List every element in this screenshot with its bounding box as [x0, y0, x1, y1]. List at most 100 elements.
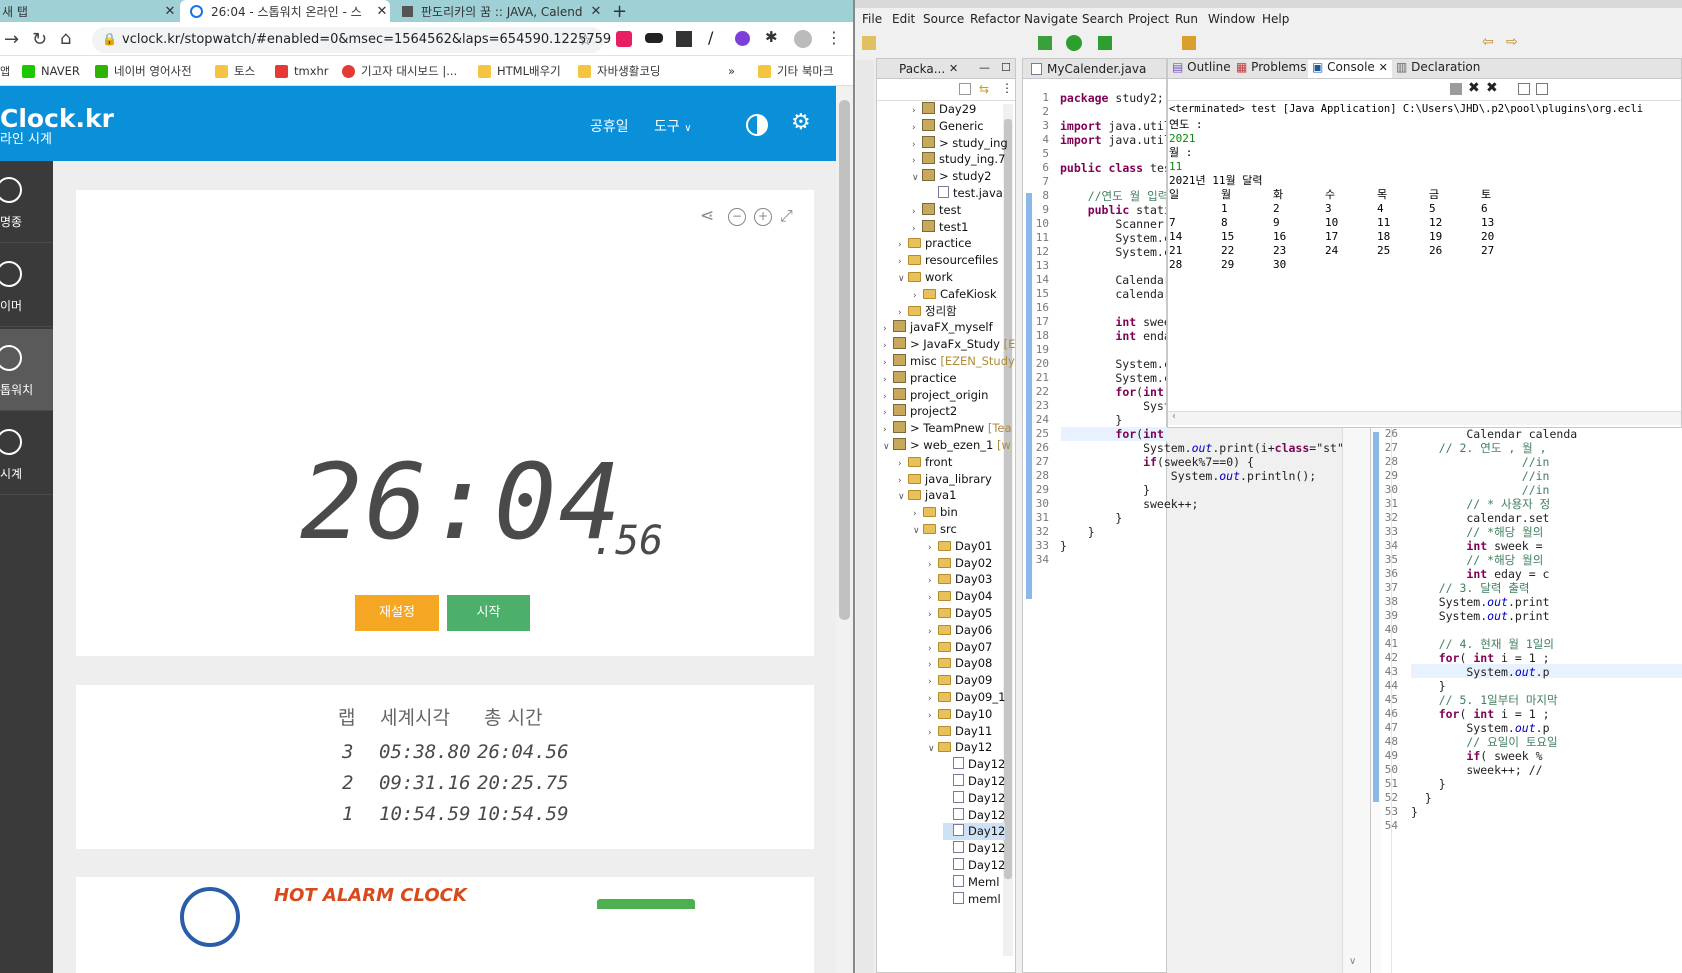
- zoom-out-icon[interactable]: −: [728, 208, 746, 226]
- new-icon[interactable]: [862, 36, 876, 50]
- home-icon[interactable]: ⌂: [60, 28, 71, 49]
- remove-all-icon[interactable]: ✖: [1486, 80, 1498, 96]
- chevron-down-icon[interactable]: ∨: [928, 741, 938, 758]
- extension-icon[interactable]: [645, 33, 663, 43]
- tree-item[interactable]: › project_origin: [883, 387, 988, 404]
- tree-item[interactable]: test.java: [928, 185, 1003, 202]
- tree-item[interactable]: › > TeamPnew [Tea: [883, 420, 1012, 437]
- tree-item[interactable]: › test1: [912, 219, 968, 236]
- scroll-down-icon[interactable]: ∨: [1349, 956, 1356, 967]
- link-icon[interactable]: ⇆: [979, 82, 989, 96]
- tree-item[interactable]: › misc [EZEN_Study: [883, 353, 1015, 370]
- tree-item[interactable]: › javaFX_myself: [883, 319, 993, 336]
- terminate-icon[interactable]: [1450, 83, 1462, 95]
- tree-item[interactable]: › Day06: [928, 622, 992, 639]
- bookmark-apps[interactable]: 앱: [0, 62, 10, 80]
- tree-item[interactable]: Day12: [943, 756, 1005, 773]
- tree-item[interactable]: Day12: [943, 807, 1005, 824]
- gear-icon[interactable]: ⚙: [791, 110, 811, 135]
- tree-item[interactable]: › resourcefiles: [898, 252, 998, 269]
- tab-outline[interactable]: ▤ Outline: [1172, 60, 1231, 78]
- sidebar-item-clock[interactable]: 시계: [0, 413, 53, 495]
- tab-problems[interactable]: ▦ Problems: [1236, 60, 1306, 78]
- reset-button[interactable]: 재설정: [355, 595, 439, 631]
- tab-package-explorer[interactable]: Packa...: [899, 62, 945, 76]
- tree-item[interactable]: Meml: [943, 874, 999, 891]
- tree-item[interactable]: › Day29: [912, 101, 976, 118]
- start-button[interactable]: 시작: [447, 595, 530, 631]
- tree-item[interactable]: › > JavaFx_Study [E: [883, 336, 1015, 353]
- tree-item[interactable]: › > study_ing: [912, 135, 1008, 152]
- close-icon[interactable]: ✕: [374, 4, 390, 19]
- tree-item[interactable]: ∨ > web_ezen_1 [w: [883, 437, 1011, 454]
- menu-search[interactable]: Search: [1082, 12, 1123, 26]
- menu-run[interactable]: Run: [1175, 12, 1198, 26]
- menu-source[interactable]: Source: [923, 12, 964, 26]
- sidebar-item-timer[interactable]: 이머: [0, 245, 53, 327]
- bookmark-toss[interactable]: 토스: [215, 62, 255, 80]
- bookmark-dashboard[interactable]: 기고자 대시보드 |...: [342, 62, 457, 80]
- ad-button[interactable]: [597, 899, 695, 909]
- close-icon[interactable]: ✕: [949, 62, 958, 75]
- bookmarks-overflow[interactable]: »: [728, 62, 735, 80]
- extension-icon[interactable]: [676, 31, 692, 47]
- collapse-all-icon[interactable]: [959, 83, 971, 95]
- tab-mycalender[interactable]: MyCalender.java: [1047, 62, 1146, 76]
- nav-holidays[interactable]: 공휴일: [590, 116, 629, 136]
- tree-item[interactable]: Day12: [943, 840, 1005, 857]
- bookmark-html[interactable]: HTML배우기: [478, 62, 561, 80]
- tree-item[interactable]: › front: [898, 454, 952, 471]
- tree-item[interactable]: Day12: [943, 773, 1005, 790]
- scroll-lock-icon[interactable]: [1536, 83, 1548, 95]
- new-tab-button[interactable]: +: [612, 0, 636, 22]
- moon-icon[interactable]: [735, 31, 750, 46]
- close-icon[interactable]: ✕: [588, 4, 604, 19]
- chevron-down-icon[interactable]: ∨: [883, 439, 893, 456]
- tree-item[interactable]: › test: [912, 202, 961, 219]
- back-icon[interactable]: ⇦: [1482, 34, 1494, 50]
- debug-icon[interactable]: [1038, 36, 1052, 50]
- reload-icon[interactable]: ↻: [32, 29, 47, 50]
- contrast-toggle-icon[interactable]: [746, 114, 768, 136]
- address-bar[interactable]: 🔒 vclock.kr/stopwatch/#enabled=0&msec=15…: [92, 27, 611, 53]
- tree-item[interactable]: › Day05: [928, 605, 992, 622]
- pen-icon[interactable]: /: [708, 28, 713, 47]
- tree-item[interactable]: › Day08: [928, 655, 992, 672]
- tree-item[interactable]: Day12: [943, 857, 1005, 874]
- tree-item[interactable]: Day12: [943, 790, 1005, 807]
- nav-tools[interactable]: 도구 ∨: [654, 116, 692, 136]
- tree-item[interactable]: Day12: [943, 823, 1006, 841]
- package-icon[interactable]: [1182, 36, 1196, 50]
- tab-new[interactable]: 새 탭 ✕: [0, 0, 178, 22]
- forward-icon[interactable]: →: [4, 29, 19, 50]
- menu-navigate[interactable]: Navigate: [1024, 12, 1078, 26]
- menu-refactor[interactable]: Refactor: [970, 12, 1020, 26]
- share-icon[interactable]: ⋖: [700, 206, 714, 226]
- tab-blog[interactable]: 판도리카의 꿈 :: JAVA, Calend ✕: [392, 0, 604, 22]
- console-hscrollbar[interactable]: ‹: [1168, 411, 1681, 425]
- tree-item[interactable]: ∨ java1: [898, 487, 956, 504]
- bookmark-coding[interactable]: 자바생활코딩: [578, 62, 660, 80]
- close-icon[interactable]: ✕: [1379, 61, 1388, 74]
- tree-item[interactable]: › Day11: [928, 723, 992, 740]
- remove-launch-icon[interactable]: ✖: [1468, 80, 1480, 96]
- sidebar-item-alarm[interactable]: 명종: [0, 161, 53, 243]
- tab-stopwatch[interactable]: 26:04 - 스톱워치 온라인 - 스 ✕: [180, 0, 390, 22]
- menu-project[interactable]: Project: [1128, 12, 1169, 26]
- tree-item[interactable]: › practice: [883, 370, 957, 387]
- tree-item[interactable]: › Day09_1: [928, 689, 1005, 706]
- close-icon[interactable]: ✕: [162, 4, 178, 19]
- scrollbar-thumb[interactable]: [839, 100, 850, 620]
- maximize-icon[interactable]: ☐: [1001, 61, 1011, 74]
- tree-item[interactable]: › 정리함: [898, 303, 957, 320]
- view-menu-icon[interactable]: ⋮: [1001, 81, 1013, 95]
- puzzle-icon[interactable]: ✱: [765, 28, 778, 46]
- forward-icon[interactable]: ⇨: [1506, 34, 1518, 50]
- menu-icon[interactable]: ⋮: [826, 28, 842, 47]
- tree-item[interactable]: › study_ing.7: [912, 151, 1005, 168]
- chevron-down-icon[interactable]: ∨: [912, 170, 922, 187]
- tree-item[interactable]: › Day03: [928, 571, 992, 588]
- menu-window[interactable]: Window: [1208, 12, 1255, 26]
- bookmark-naver[interactable]: NAVER: [22, 62, 80, 80]
- fullscreen-icon[interactable]: ⤢: [780, 206, 793, 226]
